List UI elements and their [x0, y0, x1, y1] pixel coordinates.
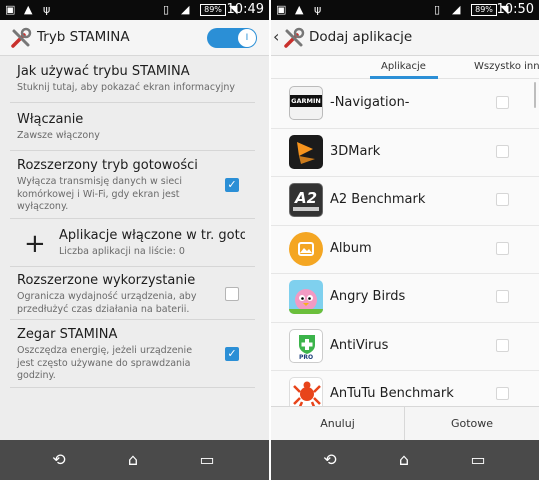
app-checkbox[interactable] [496, 144, 509, 158]
list-scrollbar[interactable] [534, 82, 536, 108]
app-checkbox[interactable] [496, 193, 509, 206]
home-icon[interactable]: ⌂ [122, 449, 144, 471]
divider [10, 319, 255, 320]
app-checkbox[interactable] [496, 387, 509, 400]
app-name: AntiVirus [330, 337, 389, 353]
app-checkbox[interactable] [496, 96, 509, 109]
setting-how-to-use[interactable]: Jak używać trybu STAMINA Stuknij tutaj, … [0, 64, 269, 100]
divider [10, 387, 255, 388]
cancel-button[interactable]: Anuluj [271, 407, 404, 441]
app-checkbox[interactable] [496, 290, 509, 303]
add-icon: + [24, 229, 46, 259]
list-item[interactable]: Angry Birds [271, 274, 539, 323]
active-tab-indicator [370, 76, 438, 79]
stamina-settings-screen: ▣ ▲ ψ ▯ ◢ 89% ◥ 10:49 Tryb STAMINA I Jak… [0, 0, 269, 480]
list-item[interactable]: AnTuTu Benchmark [271, 371, 539, 406]
3dmark-icon [289, 134, 323, 169]
setting-subtitle: Liczba aplikacji na liście: 0 [59, 246, 185, 257]
app-name: AnTuTu Benchmark [330, 386, 454, 401]
app-name: Album [330, 240, 372, 256]
usb-icon: ψ [43, 3, 51, 16]
navigation-bar: ⟲ ⌂ ▭ [271, 440, 539, 480]
action-bar: ‹ Dodaj aplikacje [271, 20, 539, 56]
home-icon[interactable]: ⌂ [393, 449, 415, 471]
status-bar: ▣ ▲ ψ ▯ ◢ 89% ◥ 10:50 [271, 0, 539, 20]
warning-icon: ▲ [24, 3, 33, 16]
dialog-buttons: Anuluj Gotowe [271, 406, 539, 441]
setting-activation[interactable]: Włączanie Zawsze włączony [0, 112, 269, 146]
screenshot-notification-icon: ▣ [5, 3, 16, 16]
stamina-toggle[interactable]: I [207, 28, 257, 48]
vibrate-icon: ▯ [434, 3, 441, 16]
back-icon[interactable]: ⟲ [48, 449, 70, 471]
extended-standby-checkbox[interactable]: ✓ [225, 178, 239, 192]
setting-stamina-clock[interactable]: Zegar STAMINA Oszczędza energię, jeżeli … [0, 327, 269, 387]
angry-birds-icon [289, 280, 323, 314]
list-item[interactable]: 3DMark [271, 129, 539, 177]
extended-usage-checkbox[interactable] [225, 287, 239, 301]
back-chevron-icon[interactable]: ‹ [273, 27, 279, 46]
back-icon[interactable]: ⟲ [319, 449, 341, 471]
setting-title: Rozszerzone wykorzystanie [17, 273, 196, 288]
a2-benchmark-icon: A2 [289, 183, 323, 217]
tools-icon [11, 27, 32, 48]
signal-icon: ◢ [452, 3, 461, 16]
setting-title: Rozszerzony tryb gotowości [17, 158, 198, 173]
divider [10, 218, 255, 219]
list-item[interactable]: Album [271, 226, 539, 274]
tools-icon [284, 27, 305, 48]
done-button[interactable]: Gotowe [405, 407, 539, 441]
setting-subtitle: Oszczędza energię, jeżeli urządzenie jes… [17, 345, 193, 381]
setting-title: Włączanie [17, 112, 84, 127]
list-item[interactable]: A2 A2 Benchmark [271, 177, 539, 226]
screenshot-notification-icon: ▣ [276, 3, 287, 16]
app-checkbox[interactable] [496, 338, 509, 352]
app-name: A2 Benchmark [330, 192, 426, 207]
setting-title: Zegar STAMINA [17, 327, 118, 342]
app-checkbox[interactable] [496, 241, 509, 255]
battery-indicator: 89% [471, 4, 497, 16]
usb-icon: ψ [314, 3, 322, 16]
status-time: 10:49 [226, 2, 264, 17]
page-title: Tryb STAMINA [37, 29, 130, 45]
stamina-clock-checkbox[interactable]: ✓ [225, 347, 239, 361]
list-item[interactable]: GARMIN -Navigation- [271, 80, 539, 129]
garmin-navigation-icon: GARMIN [289, 86, 323, 120]
antivirus-icon: PRO [289, 328, 323, 363]
setting-extended-standby[interactable]: Rozszerzony tryb gotowości Wyłącza trans… [0, 158, 269, 218]
signal-icon: ◢ [181, 3, 190, 16]
warning-icon: ▲ [295, 3, 304, 16]
status-time: 10:50 [496, 2, 534, 17]
toggle-knob: I [238, 29, 256, 47]
album-icon [289, 231, 323, 266]
app-name: Angry Birds [330, 289, 406, 304]
setting-subtitle: Wyłącza transmisję danych w sieci komórk… [17, 176, 183, 212]
add-apps-screen: ▣ ▲ ψ ▯ ◢ 89% ◥ 10:50 ‹ Dodaj aplikacje … [271, 0, 539, 480]
app-list[interactable]: GARMIN -Navigation- 3DMark A2 A2 Benchma… [271, 80, 539, 406]
app-name: 3DMark [330, 143, 381, 159]
tab-everything-else[interactable]: Wszystko inne [474, 61, 539, 72]
divider [10, 266, 255, 267]
recent-apps-icon[interactable]: ▭ [196, 449, 218, 471]
tab-apps[interactable]: Aplikacje [381, 61, 426, 72]
antutu-icon [289, 377, 323, 406]
setting-subtitle: Zawsze włączony [17, 130, 100, 141]
page-title: Dodaj aplikacje [309, 29, 413, 45]
setting-title: Aplikacje włączone w tr. gotow [59, 228, 245, 243]
setting-extended-usage[interactable]: Rozszerzone wykorzystanie Ogranicza wyda… [0, 273, 269, 319]
recent-apps-icon[interactable]: ▭ [467, 449, 489, 471]
list-item[interactable]: PRO AntiVirus [271, 323, 539, 371]
tab-bar: Aplikacje Wszystko inne [271, 57, 539, 79]
app-name: -Navigation- [330, 95, 410, 110]
setting-title: Jak używać trybu STAMINA [17, 64, 190, 79]
battery-indicator: 89% [200, 4, 226, 16]
setting-subtitle: Ogranicza wydajność urządzenia, aby prze… [17, 291, 197, 315]
vibrate-icon: ▯ [163, 3, 170, 16]
status-bar: ▣ ▲ ψ ▯ ◢ 89% ◥ 10:49 [0, 0, 269, 20]
divider [10, 150, 255, 151]
navigation-bar: ⟲ ⌂ ▭ [0, 440, 269, 480]
divider [10, 102, 255, 103]
setting-subtitle: Stuknij tutaj, aby pokazać ekran informa… [17, 82, 235, 93]
